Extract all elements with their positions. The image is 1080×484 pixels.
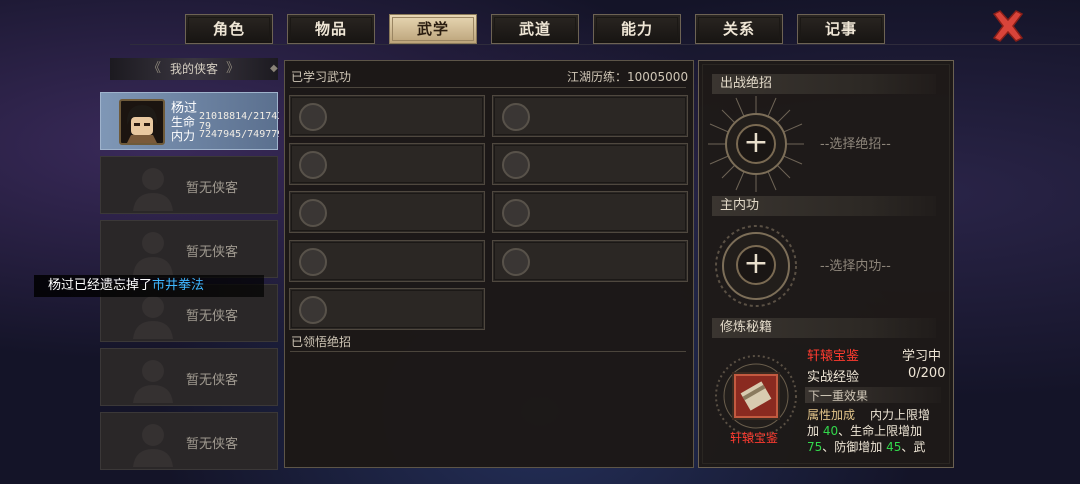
skill-icon-empty xyxy=(502,248,530,276)
close-button[interactable] xyxy=(990,8,1026,44)
tab-martial-arts[interactable]: 武学 xyxy=(389,14,477,44)
effect-line1: 内力上限增 xyxy=(870,408,931,422)
add-inner-skill-button[interactable]: + xyxy=(736,245,776,285)
chevron-right-icon[interactable]: 》 xyxy=(226,58,239,80)
silhouette-icon xyxy=(133,360,173,403)
empty-hero-label: 暂无侠客 xyxy=(186,245,239,260)
scroll-book-icon xyxy=(740,381,772,411)
chevron-left-icon[interactable]: 《 xyxy=(148,58,161,80)
inner-skill-header: 主内功 xyxy=(712,196,936,216)
manual-book-slot[interactable] xyxy=(732,372,780,420)
toast-skill-name: 市井拳法 xyxy=(152,278,205,293)
skill-slot[interactable] xyxy=(492,143,688,185)
tab-martial-way[interactable]: 武道 xyxy=(491,14,579,44)
add-battle-skill-button[interactable]: + xyxy=(736,124,776,164)
effect-text: 、生命上限增加 xyxy=(838,424,923,438)
avatar xyxy=(119,99,165,145)
choose-inner-skill[interactable]: --选择内功-- xyxy=(820,255,891,274)
manual-book-caption: 轩辕宝鉴 xyxy=(730,431,779,445)
skill-icon-empty xyxy=(299,248,327,276)
effect-line2: 加 40、生命上限增加 xyxy=(807,422,922,439)
toast-text: 杨过已经遗忘掉了 xyxy=(48,278,153,293)
mp-value: 7247945/749779 xyxy=(199,129,279,140)
empty-hero-label: 暂无侠客 xyxy=(186,437,239,452)
effect-line3: 75、防御增加 45、武 xyxy=(807,438,925,455)
skill-slot[interactable] xyxy=(492,191,688,233)
hero-slot-empty[interactable]: 暂无侠客 xyxy=(100,156,278,214)
empty-hero-label: 暂无侠客 xyxy=(186,373,239,388)
silhouette-icon xyxy=(133,296,173,339)
skill-slot[interactable] xyxy=(289,288,485,330)
battle-skill-header: 出战绝招 xyxy=(712,74,936,94)
silhouette-icon xyxy=(133,168,173,211)
jianghu-experience: 江湖历练：10005000 xyxy=(567,70,689,84)
hero-slot-empty[interactable]: 暂无侠客 xyxy=(100,348,278,406)
diamond-icon: ◆ xyxy=(270,63,278,74)
my-heroes-label: 我的侠客 xyxy=(169,62,218,76)
hero-slot-empty[interactable]: 暂无侠客 xyxy=(100,412,278,470)
skill-slot[interactable] xyxy=(289,143,485,185)
skill-icon-empty xyxy=(299,151,327,179)
effect-title: 属性加成 xyxy=(807,408,856,422)
skill-slot[interactable] xyxy=(492,240,688,282)
tab-journal[interactable]: 记事 xyxy=(797,14,885,44)
hero-portrait-icon xyxy=(127,105,157,143)
effect-value: 40 xyxy=(822,424,839,438)
divider xyxy=(290,351,686,352)
tab-items[interactable]: 物品 xyxy=(287,14,375,44)
skill-icon-empty xyxy=(299,296,327,324)
empty-hero-label: 暂无侠客 xyxy=(186,309,239,324)
combat-exp-label: 实战经验 xyxy=(807,370,860,385)
mp-label: 内力 xyxy=(171,129,196,143)
my-heroes-header: 《 我的侠客 》 ◆ xyxy=(110,58,278,80)
learned-skills-label: 已学习武功 xyxy=(291,70,352,84)
hero-slot-yangguo[interactable]: 杨过 生命 21018814/217433 79 内力 7247945/7497… xyxy=(100,92,279,150)
close-icon xyxy=(992,10,1024,42)
empty-hero-label: 暂无侠客 xyxy=(186,181,239,196)
divider xyxy=(290,87,686,88)
next-effect-header: 下一重效果 xyxy=(805,387,941,403)
skill-icon-empty xyxy=(502,151,530,179)
silhouette-icon xyxy=(133,232,173,275)
skill-icon-empty xyxy=(299,199,327,227)
skill-slot[interactable] xyxy=(289,95,485,137)
comprehended-skills-label: 已领悟绝招 xyxy=(291,335,352,349)
effect-value: 75 xyxy=(807,440,823,454)
combat-exp-value: 0/200 xyxy=(908,366,946,381)
top-divider xyxy=(130,44,1080,45)
silhouette-icon xyxy=(133,424,173,467)
tab-abilities[interactable]: 能力 xyxy=(593,14,681,44)
skill-icon-empty xyxy=(502,103,530,131)
manual-status: 学习中 xyxy=(902,349,942,364)
effect-text: 、防御增加 xyxy=(822,440,883,454)
tab-character[interactable]: 角色 xyxy=(185,14,273,44)
cultivate-manual-header: 修炼秘籍 xyxy=(712,318,936,338)
effect-text: 、武 xyxy=(901,440,926,454)
effect-value: 45 xyxy=(886,440,902,454)
skill-icon-empty xyxy=(502,199,530,227)
hero-slot-empty[interactable]: 暂无侠客 xyxy=(100,220,278,278)
effect-text: 加 xyxy=(807,424,820,438)
skill-slot[interactable] xyxy=(289,240,485,282)
forget-skill-toast: 杨过已经遗忘掉了市井拳法 xyxy=(34,275,264,297)
tab-relations[interactable]: 关系 xyxy=(695,14,783,44)
skill-slot[interactable] xyxy=(289,191,485,233)
skill-slot[interactable] xyxy=(492,95,688,137)
choose-battle-skill[interactable]: --选择绝招-- xyxy=(820,133,891,152)
skill-icon-empty xyxy=(299,103,327,131)
manual-name: 轩辕宝鉴 xyxy=(807,349,860,364)
